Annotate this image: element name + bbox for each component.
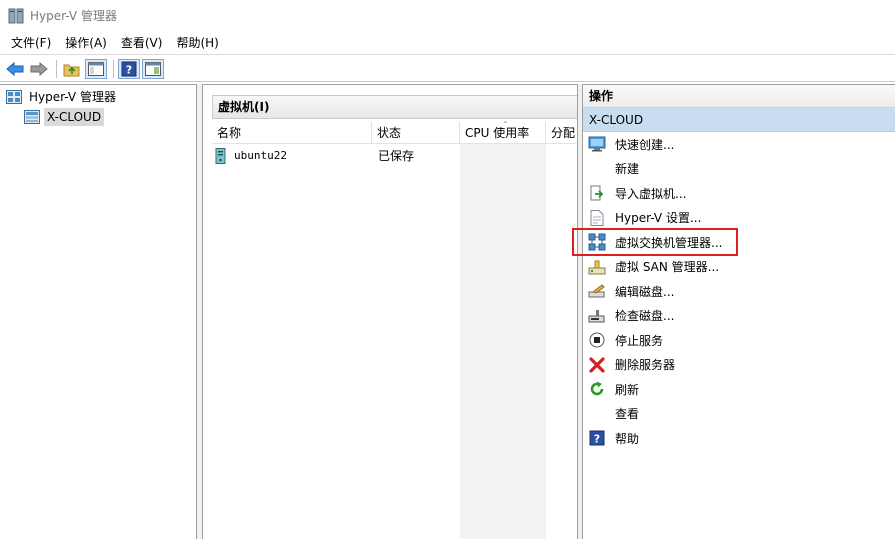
action-refresh[interactable]: 刷新 xyxy=(583,377,895,402)
monitor-icon xyxy=(588,135,606,153)
column-header-assigned[interactable]: 分配 xyxy=(546,122,577,144)
action-stop-service[interactable]: 停止服务 xyxy=(583,328,895,353)
san-icon xyxy=(588,258,606,276)
folder-up-icon xyxy=(63,64,80,76)
help-toolbar-button[interactable]: ? xyxy=(118,58,140,79)
vm-state: 已保存 xyxy=(378,149,415,163)
vm-list-header: 名称 状态 CPU 使用率 ⌃ 分配 xyxy=(212,120,577,144)
action-quick-create[interactable]: 快速创建... xyxy=(583,132,895,157)
action-virtual-san-manager[interactable]: 虚拟 SAN 管理器... xyxy=(583,255,895,280)
forward-arrow-icon xyxy=(30,61,48,76)
toolbar: ? xyxy=(0,56,895,82)
column-header-name[interactable]: 名称 xyxy=(212,122,372,144)
server-icon xyxy=(24,110,40,124)
actions-pane: 操作 X-CLOUD 快速创建... 新建 导入虚拟机... Hyper-V 设… xyxy=(582,84,895,539)
svg-text:?: ? xyxy=(126,63,132,76)
action-edit-disk[interactable]: 编辑磁盘... xyxy=(583,279,895,304)
menu-file[interactable]: 文件(F) xyxy=(4,32,58,54)
action-import-vm[interactable]: 导入虚拟机... xyxy=(583,181,895,206)
help-icon: ? xyxy=(588,429,606,447)
show-hide-tree-button[interactable] xyxy=(85,58,107,79)
menu-help[interactable]: 帮助(H) xyxy=(169,32,225,54)
results-pane: 虚拟机(I) 名称 状态 CPU 使用率 ⌃ 分配 ubuntu22 已保存 xyxy=(202,84,578,539)
hyperv-app-icon xyxy=(8,8,24,24)
network-switch-icon xyxy=(588,233,606,251)
console-tree-icon xyxy=(88,61,104,76)
show-action-pane-button[interactable] xyxy=(142,58,164,79)
action-new[interactable]: 新建 xyxy=(583,157,895,182)
toolbar-separator xyxy=(113,59,114,78)
column-header-state[interactable]: 状态 xyxy=(372,122,460,144)
toolbar-separator xyxy=(56,59,57,78)
window-title: Hyper-V 管理器 xyxy=(30,9,117,23)
back-button[interactable] xyxy=(4,59,26,79)
console-tree-pane: Hyper-V 管理器 X-CLOUD xyxy=(0,84,197,539)
menu-action[interactable]: 操作(A) xyxy=(58,32,114,54)
tree-child-label: X-CLOUD xyxy=(44,108,105,126)
action-pane-icon xyxy=(145,61,161,76)
settings-doc-icon xyxy=(588,209,606,227)
actions-group-header[interactable]: X-CLOUD xyxy=(583,108,895,132)
sort-indicator-icon: ⌃ xyxy=(502,120,509,129)
vm-list: 名称 状态 CPU 使用率 ⌃ 分配 ubuntu22 已保存 xyxy=(212,120,577,168)
vm-section-header[interactable]: 虚拟机(I) xyxy=(212,95,577,119)
action-hyperv-settings[interactable]: Hyper-V 设置... xyxy=(583,206,895,231)
action-view[interactable]: 查看 xyxy=(583,402,895,427)
import-icon xyxy=(588,184,606,202)
up-folder-button[interactable] xyxy=(61,59,83,79)
action-virtual-switch-manager[interactable]: 虚拟交换机管理器... xyxy=(583,230,895,255)
back-arrow-icon xyxy=(6,61,24,76)
menu-bar: 文件(F) 操作(A) 查看(V) 帮助(H) xyxy=(0,31,895,55)
tree-item-hyperv-manager[interactable]: Hyper-V 管理器 xyxy=(0,87,196,107)
tree-item-x-cloud[interactable]: X-CLOUD xyxy=(0,107,196,127)
tree-root-label: Hyper-V 管理器 xyxy=(29,90,116,104)
vm-icon xyxy=(215,144,227,168)
action-remove-server[interactable]: 删除服务器 xyxy=(583,353,895,378)
svg-text:?: ? xyxy=(594,433,600,446)
sorted-column-shade xyxy=(460,144,546,539)
stop-icon xyxy=(588,331,606,349)
help-book-icon: ? xyxy=(121,61,137,76)
title-bar: Hyper-V 管理器 xyxy=(0,0,895,31)
forward-button[interactable] xyxy=(28,59,50,79)
table-row[interactable]: ubuntu22 已保存 xyxy=(212,144,577,168)
menu-view[interactable]: 查看(V) xyxy=(114,32,170,54)
action-inspect-disk[interactable]: 检查磁盘... xyxy=(583,304,895,329)
delete-icon xyxy=(588,356,606,374)
action-help[interactable]: ? 帮助 xyxy=(583,426,895,451)
actions-title: 操作 xyxy=(583,85,895,108)
inspect-disk-icon xyxy=(588,307,606,325)
refresh-icon xyxy=(588,380,606,398)
edit-disk-icon xyxy=(588,282,606,300)
hyperv-manager-icon xyxy=(6,90,22,104)
vm-name: ubuntu22 xyxy=(234,149,287,162)
